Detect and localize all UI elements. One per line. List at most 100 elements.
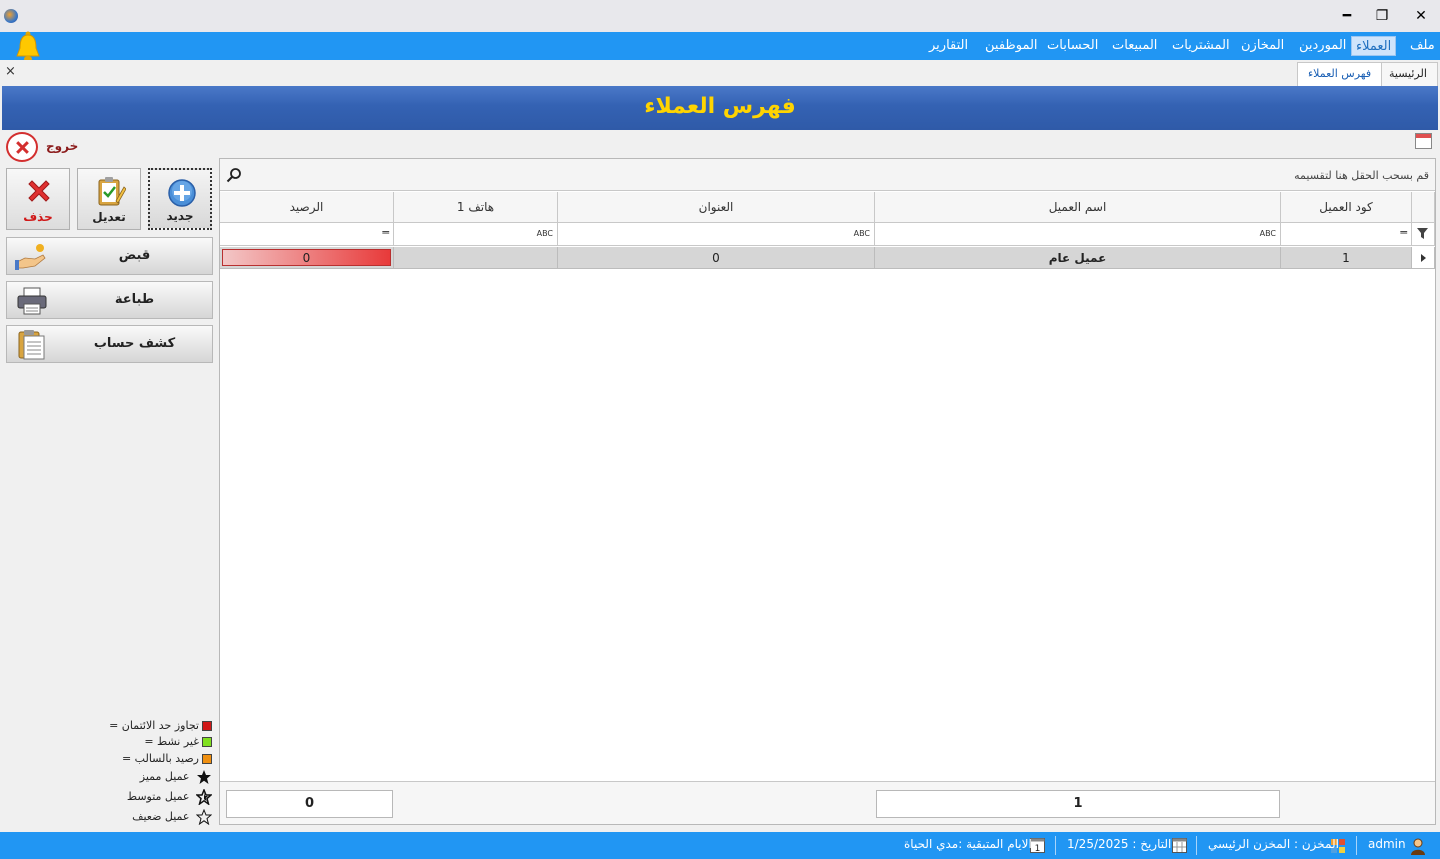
cell-customer-name[interactable]: عميل عام — [875, 247, 1281, 269]
balance-alert-bar: 0 — [222, 249, 391, 266]
page-header-banner: فهرس العملاء — [2, 86, 1438, 130]
menu-sales[interactable]: المبيعات — [1108, 36, 1161, 56]
legend-label: عميل متوسط — [126, 790, 190, 803]
filter-funnel-icon — [1417, 228, 1428, 239]
filter-address[interactable]: ABC — [558, 223, 875, 246]
row-pointer-icon — [1421, 254, 1426, 262]
legend-label: عميل ضعيف — [132, 810, 190, 823]
legend-premium-customer: عميل مميز — [140, 769, 212, 785]
menu-reports[interactable]: التقارير — [925, 36, 972, 56]
equals-operator-icon[interactable]: ═ — [382, 226, 389, 239]
delete-button[interactable]: حذف — [6, 168, 70, 230]
filter-customer-name[interactable]: ABC — [875, 223, 1281, 246]
filter-customer-code[interactable]: ═ — [1281, 223, 1412, 246]
clipboard-edit-icon — [98, 177, 126, 206]
receipt-button-label: قبض — [118, 248, 151, 263]
column-header-customer-name[interactable]: اسم العميل — [875, 192, 1281, 223]
text-filter-icon[interactable]: ABC — [854, 229, 870, 238]
status-separator — [1055, 836, 1056, 855]
text-filter-icon[interactable]: ABC — [1260, 229, 1276, 238]
add-circle-icon — [168, 179, 196, 207]
user-icon — [1411, 838, 1425, 855]
menu-accounts[interactable]: الحسابات — [1043, 36, 1102, 56]
column-header-address[interactable]: العنوان — [558, 192, 875, 223]
menu-stores[interactable]: المخازن — [1237, 36, 1288, 56]
star-filled-icon — [197, 770, 211, 784]
legend-weak-customer: عميل ضعيف — [132, 808, 213, 826]
calendar-day-icon: 1 — [1030, 838, 1045, 853]
legend-credit-exceeded: = تجاوز حد الائتمان — [109, 718, 212, 734]
restore-button[interactable]: ❐ — [1367, 4, 1397, 28]
status-separator — [1356, 836, 1357, 855]
status-date: التاريخ : 1/25/2025 — [1067, 837, 1172, 851]
edit-button[interactable]: تعديل — [77, 168, 141, 230]
exit-icon[interactable] — [6, 132, 38, 162]
text-filter-icon[interactable]: ABC — [537, 229, 553, 238]
green-swatch-icon — [202, 737, 212, 747]
menu-suppliers[interactable]: الموردين — [1295, 36, 1350, 56]
calendar-icon[interactable] — [1415, 133, 1432, 149]
legend-label: = غير نشط — [144, 735, 199, 748]
orange-swatch-icon — [202, 754, 212, 764]
menu-employees[interactable]: الموظفين — [981, 36, 1042, 56]
group-hint-text: قم بسحب الحقل هنا لتقسيمه — [1294, 169, 1429, 182]
clipboard-icon — [18, 330, 45, 360]
legend-negative-balance: = رصيد بالسالب — [122, 751, 212, 767]
star-empty-icon — [195, 808, 213, 826]
column-header-phone1[interactable]: هاتف 1 — [394, 192, 558, 223]
hand-coin-icon — [15, 244, 46, 270]
red-swatch-icon — [202, 721, 212, 731]
document-tabstrip: الرئيسية فهرس العملاء — [0, 60, 1440, 86]
notification-bell-icon[interactable] — [12, 30, 44, 64]
filter-row-icon[interactable] — [1412, 223, 1435, 246]
menu-file[interactable]: ملف — [1406, 36, 1439, 56]
tab-customers-index[interactable]: فهرس العملاء — [1297, 62, 1383, 86]
calendar-grid-icon — [1172, 838, 1187, 853]
page-title: فهرس العملاء — [644, 94, 796, 119]
row-indicator[interactable] — [1412, 247, 1435, 269]
search-icon[interactable] — [226, 167, 242, 183]
tab-home[interactable]: الرئيسية — [1378, 62, 1438, 86]
legend-inactive: = غير نشط — [144, 734, 212, 750]
column-header-balance[interactable]: الرصيد — [220, 192, 394, 223]
summary-count: 1 — [876, 790, 1280, 818]
grid-summary-footer: 1 0 — [220, 781, 1435, 824]
status-store: المخزن : المخزن الرئيسي — [1208, 837, 1339, 851]
legend-average-customer: عميل متوسط — [126, 787, 213, 806]
equals-operator-icon[interactable]: ═ — [1400, 226, 1407, 239]
account-statement-button-label: كشف حساب — [93, 336, 176, 351]
status-bar: admin المخزن : المخزن الرئيسي التاريخ : … — [0, 832, 1440, 859]
cell-balance[interactable]: 0 — [220, 247, 394, 269]
group-by-panel[interactable]: قم بسحب الحقل هنا لتقسيمه — [220, 159, 1435, 191]
menu-customers[interactable]: العملاء — [1351, 36, 1397, 56]
new-button[interactable]: جديد — [148, 168, 212, 230]
delete-button-label: حذف — [23, 210, 53, 224]
app-logo-icon — [4, 9, 18, 23]
cell-address[interactable]: 0 — [558, 247, 875, 269]
exit-button[interactable]: خروج — [46, 139, 78, 153]
filter-balance[interactable]: ═ — [220, 223, 394, 246]
receipt-button[interactable]: قبض — [6, 237, 213, 275]
cell-phone1[interactable] — [394, 247, 558, 269]
close-window-button[interactable]: ✕ — [1406, 4, 1436, 28]
column-header-customer-code[interactable]: كود العميل — [1281, 192, 1412, 223]
filter-phone1[interactable]: ABC — [394, 223, 558, 246]
header-indicator-corner — [1412, 192, 1435, 223]
account-statement-button[interactable]: كشف حساب — [6, 325, 213, 363]
print-button-label: طباعة — [114, 292, 155, 307]
legend-label: = تجاوز حد الائتمان — [109, 719, 199, 732]
status-days-left: الايام المتبقية :مدي الحياة — [904, 837, 1032, 851]
legend-label: عميل مميز — [139, 770, 190, 783]
legend-label: = رصيد بالسالب — [121, 752, 199, 765]
cell-customer-code[interactable]: 1 — [1281, 247, 1412, 269]
minimize-button[interactable]: ━ — [1332, 4, 1362, 28]
menu-purchases[interactable]: المشتريات — [1168, 36, 1234, 56]
svg-text:1: 1 — [1035, 844, 1041, 853]
print-button[interactable]: طباعة — [6, 281, 213, 319]
edit-button-label: تعديل — [92, 210, 126, 224]
status-user: admin — [1368, 837, 1406, 851]
summary-balance-total: 0 — [226, 790, 393, 818]
main-menubar: ملف العملاء الموردين المخازن المشتريات ا… — [0, 32, 1440, 60]
window-titlebar: ━ ❐ ✕ — [0, 0, 1440, 32]
close-tab-button[interactable]: × — [5, 64, 16, 79]
